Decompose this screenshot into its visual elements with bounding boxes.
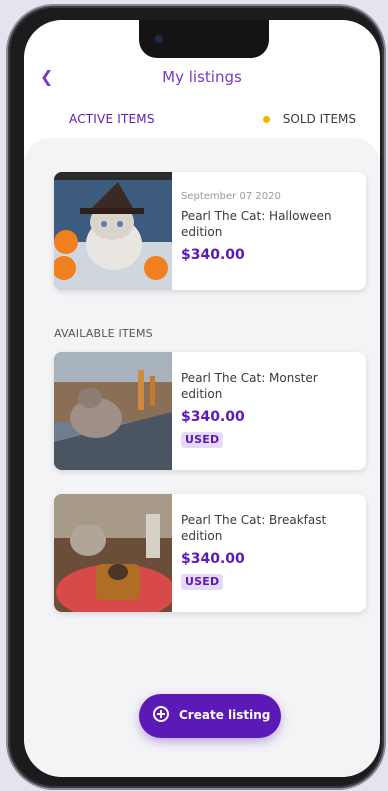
listing-price: $340.00 [181, 247, 245, 263]
status-badge: USED [181, 432, 224, 448]
notch [139, 20, 269, 58]
status-badge: USED [181, 574, 224, 590]
section-title: AVAILABLE ITEMS [54, 327, 153, 340]
tab-active-items[interactable]: ACTIVE ITEMS [69, 110, 155, 128]
list-item[interactable]: Pearl The Cat: Monster edition $340.00 U… [54, 352, 366, 470]
breakfast-cat-photo [54, 494, 172, 612]
item-info: Pearl The Cat: Breakfast edition $340.00… [181, 512, 361, 590]
tab-sold-items[interactable]: SOLD ITEMS [283, 110, 356, 128]
featured-info: September 07 2020 Pearl The Cat: Hallowe… [181, 190, 361, 264]
list-item[interactable]: Pearl The Cat: Breakfast edition $340.00… [54, 494, 366, 612]
tabs: ACTIVE ITEMS SOLD ITEMS [24, 110, 380, 132]
page-title: My listings [162, 68, 242, 86]
listing-price: $340.00 [181, 409, 245, 425]
listing-price: $340.00 [181, 551, 245, 567]
listings-area: September 07 2020 Pearl The Cat: Hallowe… [24, 138, 380, 777]
featured-card[interactable]: September 07 2020 Pearl The Cat: Hallowe… [54, 172, 366, 290]
monster-cat-photo [54, 352, 172, 470]
listing-name: Pearl The Cat: Monster edition [181, 371, 318, 401]
listing-name: Pearl The Cat: Halloween edition [181, 209, 332, 239]
listing-name: Pearl The Cat: Breakfast edition [181, 513, 327, 543]
plus-circle-icon [153, 706, 169, 722]
listing-date: September 07 2020 [181, 191, 281, 202]
create-listing-button[interactable]: Create listing [139, 694, 281, 738]
header: ❮ My listings [24, 66, 380, 90]
camera-icon [155, 35, 163, 43]
screen: ❮ My listings ACTIVE ITEMS SOLD ITEMS Se… [24, 20, 380, 777]
halloween-cat-photo [54, 172, 172, 290]
item-info: Pearl The Cat: Monster edition $340.00 U… [181, 370, 361, 448]
phone-frame: ❮ My listings ACTIVE ITEMS SOLD ITEMS Se… [8, 6, 384, 788]
notification-dot-icon [263, 116, 270, 123]
create-listing-label: Create listing [179, 708, 271, 722]
